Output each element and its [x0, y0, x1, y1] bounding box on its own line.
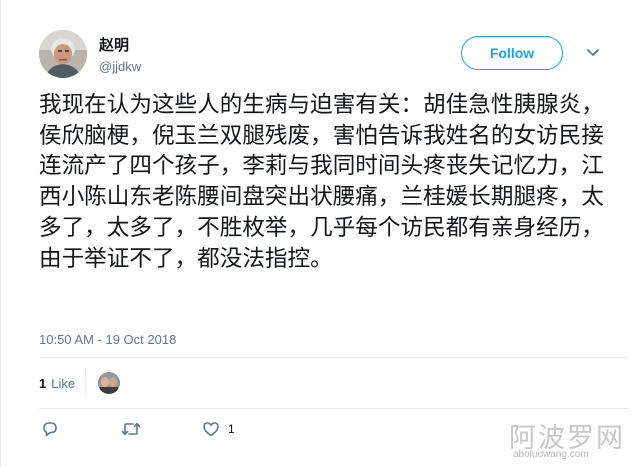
likes-label[interactable]: Like — [51, 376, 75, 391]
tweet-text: 我现在认为这些人的生病与迫害有关：胡佳急性胰腺炎，侯欣脑梗，倪玉兰双腿残废，害怕… — [39, 92, 604, 272]
like-action-count: 1 — [228, 422, 235, 436]
author-screen-name[interactable]: @jjdkw — [99, 59, 141, 74]
likes-summary: 1 Like — [39, 370, 121, 396]
divider — [39, 357, 629, 358]
tweet-header: 赵明 @jjdkw Follow — [39, 28, 609, 80]
retweet-button[interactable] — [121, 420, 149, 438]
heart-icon — [203, 422, 219, 437]
follow-button[interactable]: Follow — [461, 36, 563, 70]
retweet-icon — [121, 422, 141, 436]
like-button[interactable]: 1 — [202, 420, 235, 438]
tweet-card: 赵明 @jjdkw Follow 我现在认为这些人的生病与迫害有关：胡佳急性胰腺… — [0, 0, 638, 467]
divider — [39, 408, 629, 409]
reply-button[interactable] — [41, 420, 67, 438]
likes-count[interactable]: 1 — [39, 376, 46, 391]
tweet-timestamp[interactable]: 10:50 AM - 19 Oct 2018 — [39, 332, 176, 347]
reply-icon — [43, 422, 57, 437]
liker-avatar[interactable] — [98, 372, 121, 394]
author-avatar[interactable] — [39, 30, 87, 78]
watermark-url: aboluowang.com — [513, 449, 589, 460]
divider — [85, 370, 87, 396]
author-display-name[interactable]: 赵明 — [99, 34, 129, 55]
chevron-down-icon[interactable] — [585, 46, 601, 58]
